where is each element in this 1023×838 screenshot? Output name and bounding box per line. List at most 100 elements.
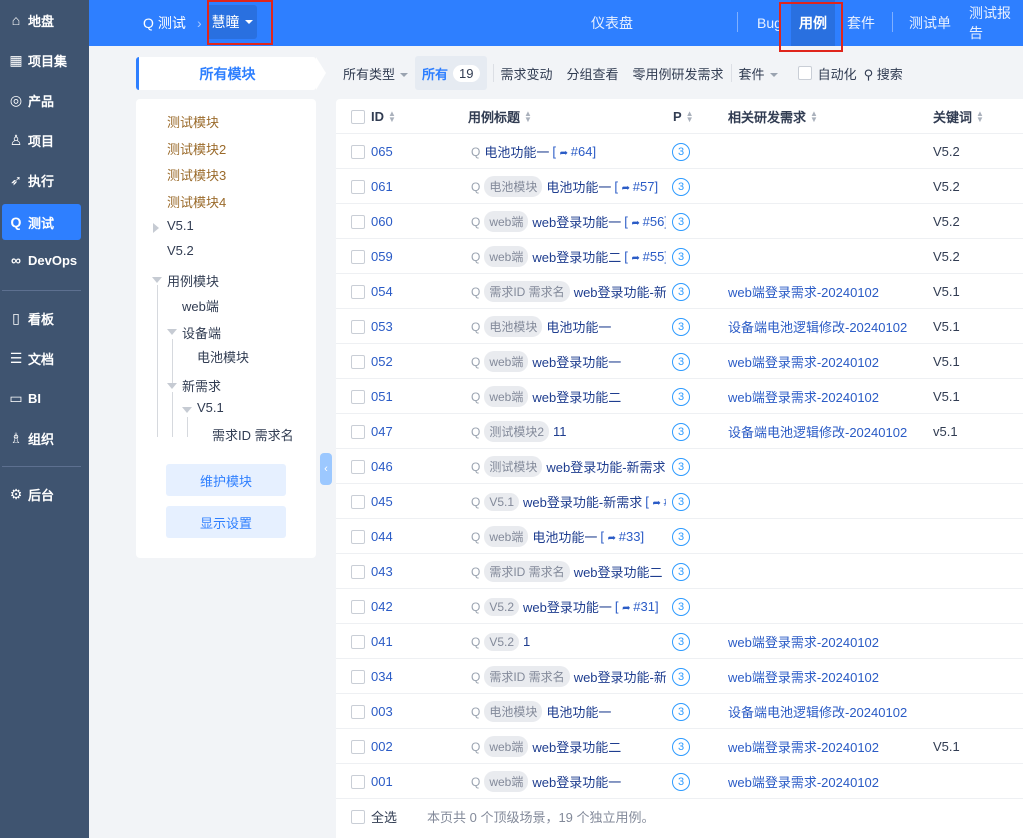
all-modules-tab[interactable]: 所有模块 [136,57,326,90]
case-id[interactable]: 054 [371,274,393,309]
case-title-link[interactable]: 1 [523,634,530,649]
case-title-link[interactable]: web登录功能二 [532,737,621,756]
display-settings-button[interactable]: 显示设置 [166,506,286,538]
table-row[interactable]: 045 QV5.1web登录功能-新需求[ ➦ #] 3 [336,484,1023,519]
case-id[interactable]: 065 [371,134,393,169]
select-all-header-checkbox[interactable] [351,109,365,124]
row-checkbox[interactable] [351,739,365,754]
case-title-link[interactable]: web登录功能-新需求 [523,492,642,511]
case-title-link[interactable]: web登录功能一 [532,772,621,791]
nav-tab-5[interactable]: 测试报告 [969,0,1023,46]
row-checkbox[interactable] [351,774,365,789]
sidebar-item-2[interactable]: ◎ 产品 [2,82,81,118]
tree-item[interactable]: 设备端 [182,323,221,342]
related-story-link[interactable]: 设备端电池逻辑修改-20240102 [728,414,907,449]
related-story-link[interactable]: web端登录需求-20240102 [728,764,879,799]
row-checkbox[interactable] [351,494,365,509]
collapse-sidebar-icon[interactable]: ‹ [320,453,332,485]
sidebar-item-9[interactable]: ▭ BI [2,380,81,416]
case-id[interactable]: 052 [371,344,393,379]
table-row[interactable]: 046 Q 测试模块 web登录功能-新需求 3 [336,449,1023,484]
table-row[interactable]: 001 Qweb端 web登录功能一 3 web端登录需求-20240102 [336,764,1023,799]
row-checkbox[interactable] [351,319,365,334]
row-checkbox[interactable] [351,669,365,684]
case-id[interactable]: 061 [371,169,393,204]
case-title-link[interactable]: 电池功能一 [484,142,549,161]
tree-item[interactable]: V5.2 [167,243,194,258]
table-row[interactable]: 060 Qweb端web登录功能一[ ➦ #56] 3 V5.2 [336,204,1023,239]
case-id[interactable]: 042 [371,589,393,624]
row-checkbox[interactable] [351,389,365,404]
tree-item[interactable]: 测试模块3 [167,165,226,184]
row-checkbox[interactable] [351,284,365,299]
table-row[interactable]: 054 Q需求ID 需求名web登录功能-新需求 3 web端登录需求-2024010… [336,274,1023,309]
sidebar-item-10[interactable]: ♗ 组织 [2,420,81,456]
related-story-link[interactable]: web端登录需求-20240102 [728,729,879,764]
row-checkbox[interactable] [351,599,365,614]
related-story-link[interactable]: web端登录需求-20240102 [728,344,879,379]
automation-checkbox[interactable]: 自动化 [797,64,857,83]
type-filter-dropdown[interactable]: 所有类型 [343,64,409,83]
nav-tab-4[interactable]: 测试单 [909,0,951,46]
story-ref[interactable]: [ ➦ #64] [552,144,596,159]
caret-down-icon[interactable] [152,277,162,283]
caret-down-icon[interactable] [167,329,177,335]
case-id[interactable]: 051 [371,379,393,414]
table-row[interactable]: 034 Q需求ID 需求名web登录功能-新需求 3 web端登录需求-2024010… [336,659,1023,694]
table-row[interactable]: 065 Q 电池功能一[ ➦ #64] 3 V5.2 [336,134,1023,169]
sidebar-item-0[interactable]: ⌂ 地盘 [2,2,81,38]
table-row[interactable]: 041 Q V5.2 1 3 web端登录需求-20240102 [336,624,1023,659]
case-id[interactable]: 041 [371,624,393,659]
tree-item[interactable]: 测试模块2 [167,139,226,158]
case-title-link[interactable]: 电池功能一 [546,317,611,336]
case-title-link[interactable]: web登录功能一 [532,212,621,231]
case-id[interactable]: 003 [371,694,393,729]
filter-zero-case-story[interactable]: 零用例研发需求 [633,64,724,83]
caret-down-icon[interactable] [182,407,192,413]
case-title-link[interactable]: 电池功能一 [546,177,611,196]
filter-story-change[interactable]: 需求变动 [501,64,553,83]
row-checkbox[interactable] [351,634,365,649]
sort-id[interactable]: ID ▲ ▼ [371,99,396,134]
sidebar-item-8[interactable]: ☰ 文档 [2,340,81,376]
table-row[interactable]: 061 Q 电池模块 电池功能一[ ➦ #57] 3 V5.2 [336,169,1023,204]
story-ref[interactable]: [ ➦ #56] [624,214,666,229]
breadcrumb-test[interactable]: Q 测试 [143,0,186,46]
row-checkbox[interactable] [351,249,365,264]
row-checkbox[interactable] [351,214,365,229]
case-title-link[interactable]: web登录功能二 [574,562,663,581]
row-checkbox[interactable] [351,529,365,544]
case-title-link[interactable]: 电池功能一 [546,702,611,721]
related-story-link[interactable]: web端登录需求-20240102 [728,274,879,309]
case-id[interactable]: 043 [371,554,393,589]
case-id[interactable]: 002 [371,729,393,764]
row-checkbox[interactable] [351,459,365,474]
related-story-link[interactable]: web端登录需求-20240102 [728,379,879,414]
search-button[interactable]: ⚲ 搜索 [864,64,903,83]
table-row[interactable]: 003 Q 电池模块 电池功能一 3 设备端电池逻辑修改-20240102 [336,694,1023,729]
case-title-link[interactable]: 电池功能一 [532,527,597,546]
row-checkbox[interactable] [351,354,365,369]
case-id[interactable]: 060 [371,204,393,239]
case-id[interactable]: 001 [371,764,393,799]
sidebar-item-4[interactable]: ➶ 执行 [2,162,81,198]
sidebar-item-6[interactable]: ∞ DevOps [2,242,81,278]
select-all[interactable]: 全选 [351,799,397,834]
case-title-link[interactable]: web登录功能一 [532,352,621,371]
tree-item[interactable]: V5.1 [167,218,194,233]
table-row[interactable]: 053 Q 电池模块 电池功能一 3 设备端电池逻辑修改-20240102 V5.1 [336,309,1023,344]
case-title-link[interactable]: web登录功能一 [523,597,612,616]
nav-tab-3[interactable]: 套件 [847,0,875,46]
select-all-checkbox[interactable] [351,809,365,824]
sidebar-item-7[interactable]: ▯ 看板 [2,300,81,336]
story-ref[interactable]: [ ➦ #] [645,494,666,509]
sidebar-item-5[interactable]: Q 测试 [2,204,81,240]
sort-story[interactable]: 相关研发需求 ▲ ▼ [728,99,818,134]
row-checkbox[interactable] [351,179,365,194]
tree-item[interactable]: web端 [182,296,219,315]
row-checkbox[interactable] [351,564,365,579]
sidebar-item-3[interactable]: ♙ 项目 [2,122,81,158]
row-checkbox[interactable] [351,144,365,159]
tree-item[interactable]: V5.1 [197,400,224,415]
caret-right-icon[interactable] [153,223,159,233]
